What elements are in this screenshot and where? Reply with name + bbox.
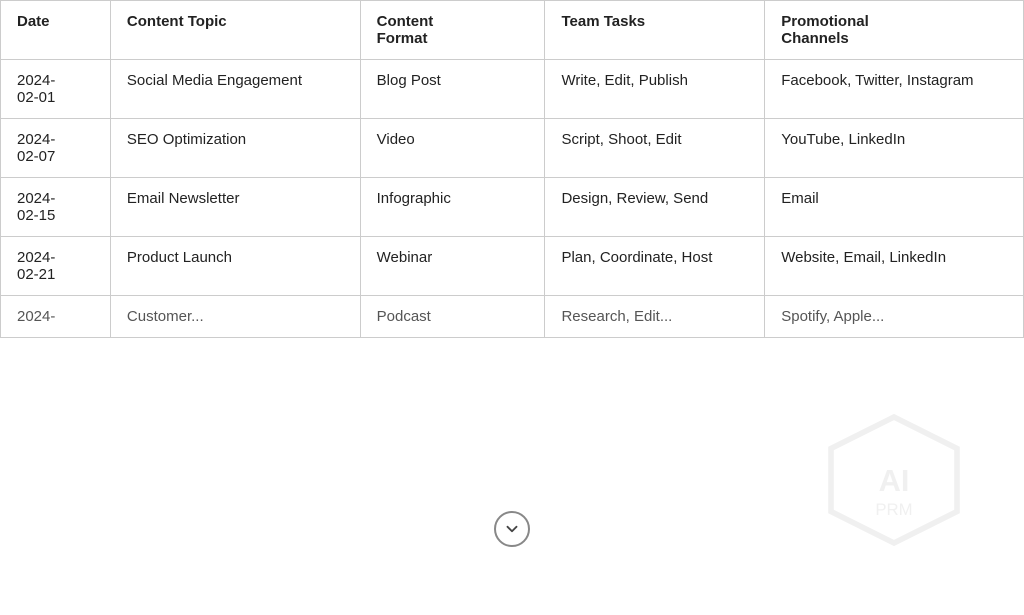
cell-topic: Product Launch <box>110 237 360 296</box>
cell-tasks: Research, Edit... <box>545 296 765 338</box>
table-row: 2024-02-01Social Media EngagementBlog Po… <box>1 60 1024 119</box>
table-header-row: Date Content Topic ContentFormat Team Ta… <box>1 1 1024 60</box>
cell-date: 2024- <box>1 296 111 338</box>
header-channels: PromotionalChannels <box>765 1 1024 60</box>
cell-date: 2024-02-15 <box>1 178 111 237</box>
cell-tasks: Write, Edit, Publish <box>545 60 765 119</box>
cell-channels: Email <box>765 178 1024 237</box>
cell-topic: Customer... <box>110 296 360 338</box>
table-row: 2024-02-07SEO OptimizationVideoScript, S… <box>1 119 1024 178</box>
cell-format: Webinar <box>360 237 545 296</box>
header-format: ContentFormat <box>360 1 545 60</box>
editorial-calendar-table: Date Content Topic ContentFormat Team Ta… <box>0 0 1024 338</box>
cell-topic: Social Media Engagement <box>110 60 360 119</box>
svg-text:AI: AI <box>879 463 910 498</box>
table-container: AI PRM Date Content Topic ContentFormat … <box>0 0 1024 615</box>
table-row: 2024-Customer...PodcastResearch, Edit...… <box>1 296 1024 338</box>
header-date: Date <box>1 1 111 60</box>
cell-channels: Spotify, Apple... <box>765 296 1024 338</box>
cell-format: Blog Post <box>360 60 545 119</box>
cell-date: 2024-02-01 <box>1 60 111 119</box>
table-row: 2024-02-15Email NewsletterInfographicDes… <box>1 178 1024 237</box>
cell-format: Podcast <box>360 296 545 338</box>
cell-date: 2024-02-07 <box>1 119 111 178</box>
header-tasks: Team Tasks <box>545 1 765 60</box>
cell-channels: Website, Email, LinkedIn <box>765 237 1024 296</box>
cell-topic: SEO Optimization <box>110 119 360 178</box>
scroll-down-button[interactable] <box>494 511 530 547</box>
cell-format: Infographic <box>360 178 545 237</box>
table-row: 2024-02-21Product LaunchWebinarPlan, Coo… <box>1 237 1024 296</box>
cell-topic: Email Newsletter <box>110 178 360 237</box>
svg-text:PRM: PRM <box>875 500 912 519</box>
cell-tasks: Design, Review, Send <box>545 178 765 237</box>
cell-tasks: Plan, Coordinate, Host <box>545 237 765 296</box>
cell-date: 2024-02-21 <box>1 237 111 296</box>
cell-tasks: Script, Shoot, Edit <box>545 119 765 178</box>
cell-channels: YouTube, LinkedIn <box>765 119 1024 178</box>
header-topic: Content Topic <box>110 1 360 60</box>
cell-format: Video <box>360 119 545 178</box>
logo-watermark: AI PRM <box>824 410 964 555</box>
cell-channels: Facebook, Twitter, Instagram <box>765 60 1024 119</box>
